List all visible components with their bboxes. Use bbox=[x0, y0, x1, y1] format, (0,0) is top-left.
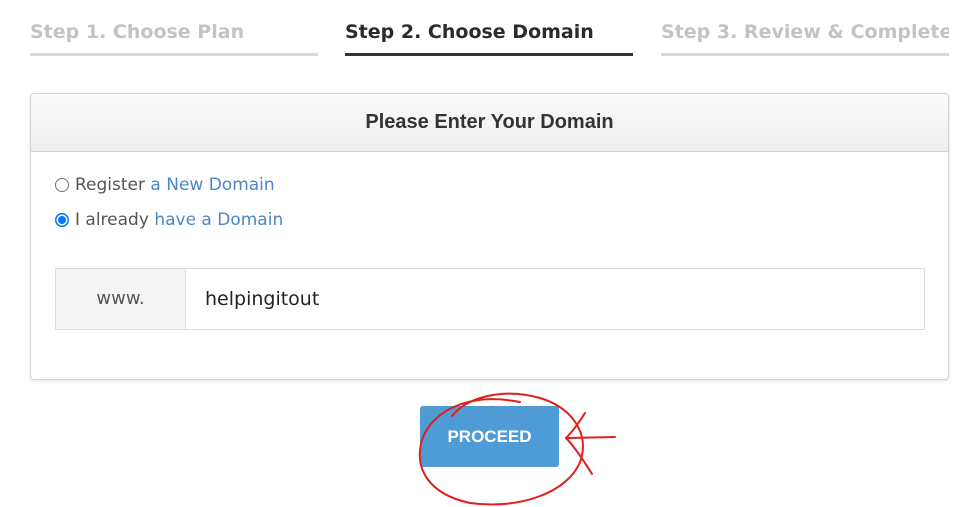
step-label: Step 2. Choose Domain bbox=[345, 21, 594, 43]
domain-input[interactable] bbox=[186, 269, 924, 329]
domain-input-group: www. bbox=[55, 268, 925, 330]
domain-panel: Please Enter Your Domain Register a New … bbox=[30, 93, 949, 380]
radio-register-new-domain[interactable] bbox=[55, 178, 69, 192]
register-new-domain-option[interactable]: Register a New Domain bbox=[55, 173, 275, 197]
proceed-button[interactable]: PROCEED bbox=[420, 406, 559, 467]
step-label: Step 1. Choose Plan bbox=[30, 21, 245, 43]
step-review-complete[interactable]: Step 3. Review & Complete bbox=[661, 18, 949, 56]
option-text: I already bbox=[75, 210, 149, 230]
panel-title: Please Enter Your Domain bbox=[31, 94, 948, 152]
checkout-page: Step 1. Choose Plan Step 2. Choose Domai… bbox=[0, 0, 980, 507]
domain-prefix: www. bbox=[56, 269, 186, 329]
radio-existing-domain[interactable] bbox=[55, 213, 69, 227]
step-label: Step 3. Review & Complete bbox=[661, 21, 949, 43]
option-text: Register bbox=[75, 175, 145, 195]
step-progress: Step 1. Choose Plan Step 2. Choose Domai… bbox=[30, 18, 949, 56]
arrow-head bbox=[564, 412, 593, 475]
step-choose-domain[interactable]: Step 2. Choose Domain bbox=[345, 18, 633, 56]
arrow-shaft bbox=[567, 436, 616, 439]
step-choose-plan[interactable]: Step 1. Choose Plan bbox=[30, 18, 318, 56]
option-link[interactable]: have a Domain bbox=[154, 210, 283, 230]
existing-domain-option[interactable]: I already have a Domain bbox=[55, 208, 283, 232]
option-link[interactable]: a New Domain bbox=[150, 175, 274, 195]
